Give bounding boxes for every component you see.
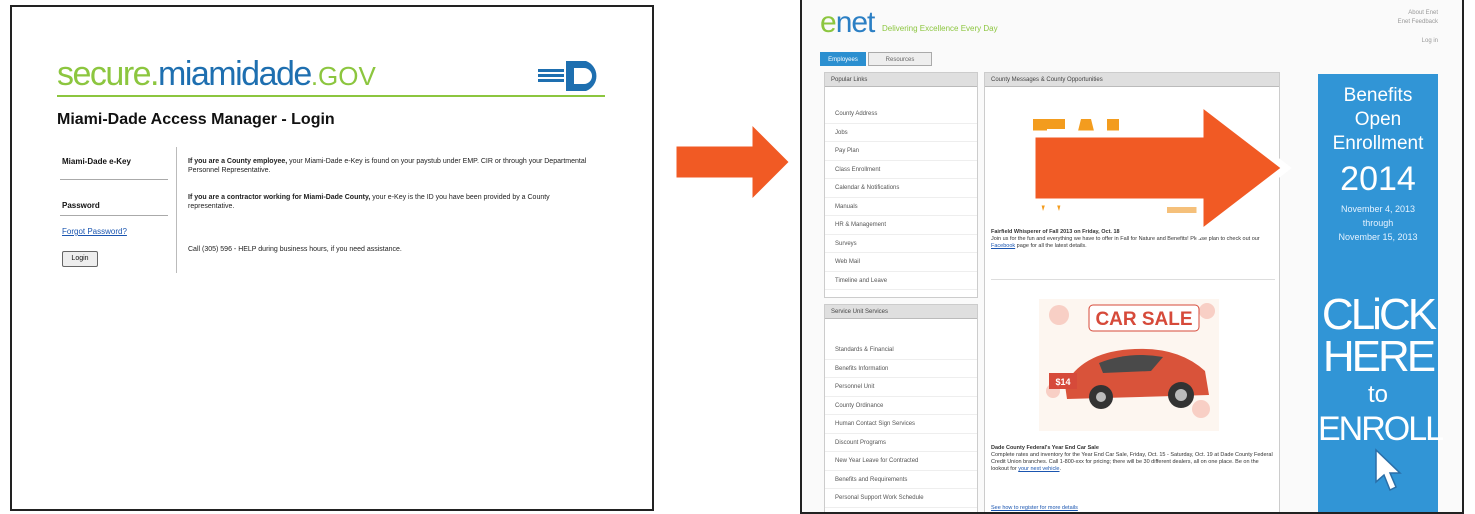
- right-arrow-icon: [1028, 94, 1292, 242]
- sidebar-item[interactable]: HR & Management: [825, 216, 977, 235]
- login-button[interactable]: Login: [62, 251, 98, 267]
- register-details-link[interactable]: See how to register for more details: [991, 505, 1078, 511]
- password-field-line[interactable]: [60, 215, 168, 216]
- contractor-info-bold: If you are a contractor working for Miam…: [188, 194, 371, 201]
- sidebar-item[interactable]: Class Enrollment: [825, 161, 977, 179]
- employee-info: If you are a County employee, your Miami…: [188, 157, 588, 175]
- banner-line-3: Enrollment: [1332, 133, 1424, 154]
- password-label: Password: [62, 201, 100, 210]
- news-item-3: See how to register for more details: [991, 505, 1275, 512]
- car-sale-ad-image: CAR SALE $14: [1039, 299, 1219, 431]
- banner-line-1: Benefits: [1343, 85, 1413, 106]
- ekey-label: Miami-Dade e-Key: [62, 157, 131, 166]
- header-divider: [57, 95, 605, 97]
- news-item-2: Dade County Federal's Year End Car Sale …: [991, 445, 1273, 472]
- news-header: County Messages & County Opportunities: [985, 73, 1279, 87]
- enet-logo-rest: net: [835, 6, 876, 39]
- sidebar-item[interactable]: Personnel Unit: [825, 378, 977, 397]
- banner-date-end: November 15, 2013: [1338, 232, 1418, 242]
- popular-links-panel: Popular Links County Address Jobs Pay Pl…: [824, 72, 978, 298]
- sidebar-item[interactable]: Calendar & Notifications: [825, 179, 977, 198]
- sidebar-item[interactable]: Manuals: [825, 198, 977, 216]
- enet-logo-e: e: [820, 6, 837, 39]
- brand-part2: miamidade: [158, 55, 312, 93]
- facebook-link[interactable]: Facebook: [991, 243, 1015, 249]
- car-sale-label: CAR SALE: [1095, 309, 1192, 330]
- page-title: Miami-Dade Access Manager - Login: [57, 111, 335, 128]
- login-screenshot: secure.miamidade.GOV Miami-Dade Access M…: [10, 5, 654, 511]
- brand-part1: secure.: [57, 55, 160, 93]
- price-label: $14: [1055, 377, 1070, 387]
- news-item-2-title: Dade County Federal's Year End Car Sale: [991, 445, 1099, 451]
- sidebar-item[interactable]: Human Contact Sign Services: [825, 415, 977, 434]
- tab-resources[interactable]: Resources: [868, 52, 932, 66]
- brand-part3: .GOV: [310, 61, 376, 91]
- banner-click: CLiCK: [1321, 290, 1437, 339]
- miami-dade-county-logo: [536, 61, 597, 91]
- employee-info-bold: If you are a County employee,: [188, 158, 288, 165]
- ekey-field-line[interactable]: [60, 179, 168, 180]
- banner-to: to: [1367, 381, 1388, 408]
- enet-tagline: Delivering Excellence Every Day: [882, 24, 998, 33]
- sidebar-item[interactable]: Benefits Information: [825, 360, 977, 378]
- sidebar-item[interactable]: County Ordinance: [825, 397, 977, 415]
- news-divider: [991, 279, 1275, 280]
- popular-links-list: County Address Jobs Pay Plan Class Enrol…: [825, 87, 977, 290]
- pointer-cursor-icon: [1375, 448, 1402, 492]
- contractor-info: If you are a contractor working for Miam…: [188, 193, 588, 211]
- sidebar-item[interactable]: Discount Programs: [825, 434, 977, 452]
- sidebar-item[interactable]: Standards & Financial: [825, 341, 977, 360]
- sidebar-item[interactable]: Jobs: [825, 124, 977, 142]
- column-divider: [176, 147, 177, 273]
- sidebar-item[interactable]: Personal Support Work Schedule: [825, 489, 977, 508]
- sidebar-item[interactable]: Pay Plan: [825, 142, 977, 161]
- sidebar-item[interactable]: County Address: [825, 105, 977, 124]
- service-unit-panel: Service Unit Services Standards & Financ…: [824, 304, 978, 512]
- sidebar-item[interactable]: Timeline and Leave: [825, 272, 977, 290]
- help-info: Call (305) 596 - HELP during business ho…: [188, 246, 402, 253]
- popular-links-header: Popular Links: [825, 73, 977, 87]
- login-link[interactable]: Log in: [1422, 38, 1438, 44]
- banner-date-start: November 4, 2013: [1340, 204, 1416, 214]
- service-unit-header: Service Unit Services: [825, 305, 977, 319]
- enet-feedback-link[interactable]: Enet Feedback: [1398, 19, 1438, 25]
- enet-logo: enet: [820, 6, 876, 40]
- secure-miamidade-logo: secure.miamidade.GOV: [57, 55, 376, 94]
- sidebar-item[interactable]: New Year Leave for Contracted: [825, 452, 977, 471]
- right-arrow-icon: [671, 113, 796, 211]
- sidebar-item[interactable]: Benefits and Requirements: [825, 471, 977, 489]
- banner-line-2: Open: [1354, 109, 1402, 130]
- about-enet-link[interactable]: About Enet: [1408, 10, 1438, 16]
- vehicle-link[interactable]: your next vehicle: [1018, 466, 1059, 472]
- benefits-enrollment-banner[interactable]: Benefits Open Enrollment 2014 November 4…: [1318, 74, 1444, 512]
- banner-through: through: [1362, 218, 1394, 228]
- sidebar-item[interactable]: Web Mail: [825, 253, 977, 272]
- service-unit-list: Standards & Financial Benefits Informati…: [825, 319, 977, 508]
- enet-screenshot: enet Delivering Excellence Every Day Abo…: [800, 0, 1464, 514]
- banner-enroll: ENROLL: [1318, 410, 1444, 448]
- banner-here: HERE: [1322, 332, 1436, 381]
- banner-year: 2014: [1340, 160, 1416, 198]
- sidebar-item[interactable]: Surveys: [825, 235, 977, 253]
- tab-employees[interactable]: Employees: [820, 52, 866, 66]
- forgot-password-link[interactable]: Forgot Password?: [62, 227, 127, 236]
